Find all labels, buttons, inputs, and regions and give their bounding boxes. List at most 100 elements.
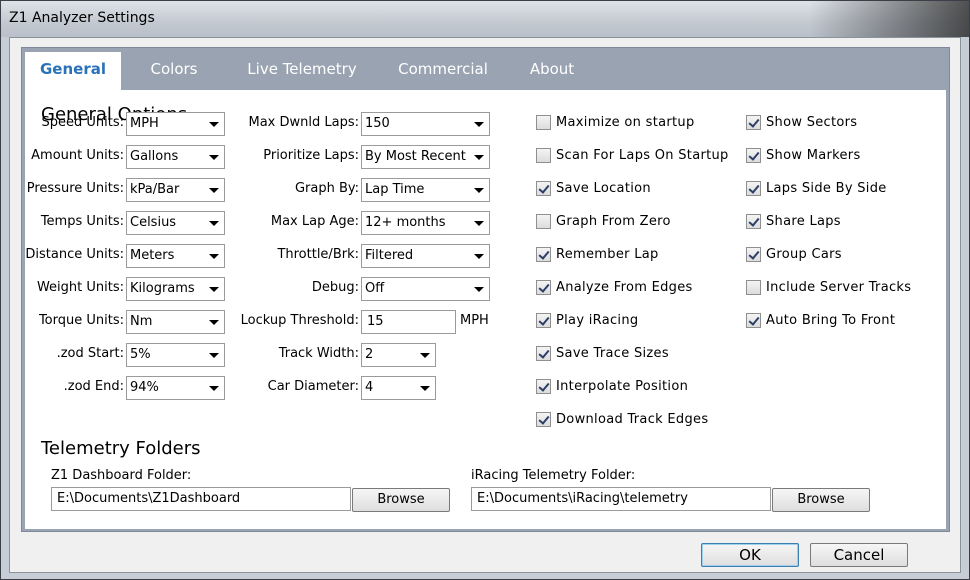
chevron-down-icon — [209, 155, 219, 160]
checkbox-unchecked-icon — [746, 280, 761, 295]
max-dwnld-laps-dropdown[interactable]: 150 — [361, 112, 490, 136]
interpolate-position-checkbox[interactable]: Interpolate Position — [536, 378, 736, 396]
temps-units-dropdown-value: Celsius — [130, 215, 177, 230]
pressure-units-label: Pressure Units: — [26, 181, 124, 196]
checkbox-checked-icon — [536, 379, 551, 394]
graph-from-zero-checkbox[interactable]: Graph From Zero — [536, 213, 736, 231]
distance-units-label: Distance Units: — [25, 247, 124, 262]
zod-start-dropdown[interactable]: 5% — [126, 343, 225, 367]
pressure-units-dropdown[interactable]: kPa/Bar — [126, 178, 225, 202]
weight-units-label: Weight Units: — [36, 280, 124, 295]
torque-units-dropdown-value: Nm — [130, 314, 153, 329]
show-sectors-checkbox[interactable]: Show Sectors — [746, 114, 946, 132]
distance-units-dropdown[interactable]: Meters — [126, 244, 225, 268]
maximize-on-startup-checkbox-label: Maximize on startup — [556, 115, 695, 130]
laps-side-by-side-checkbox[interactable]: Laps Side By Side — [746, 180, 946, 198]
amount-units-dropdown[interactable]: Gallons — [126, 145, 225, 169]
z1-dashboard-folder-label: Z1 Dashboard Folder: — [51, 468, 192, 483]
tab-live-telemetry[interactable]: Live Telemetry — [232, 52, 372, 90]
ok-button[interactable]: OK — [701, 543, 799, 567]
amount-units-dropdown-value: Gallons — [130, 149, 179, 164]
analyze-from-edges-checkbox[interactable]: Analyze From Edges — [536, 279, 736, 297]
tab-colors[interactable]: Colors — [126, 52, 222, 90]
iracing-telemetry-folder-label: iRacing Telemetry Folder: — [471, 468, 636, 483]
z1-dashboard-folder-input[interactable]: E:\Documents\Z1Dashboard — [51, 487, 351, 511]
tab-about[interactable]: About — [512, 52, 592, 90]
save-location-checkbox[interactable]: Save Location — [536, 180, 736, 198]
lockup-threshold-unit: MPH — [460, 313, 489, 328]
chevron-down-icon — [474, 221, 484, 226]
max-lap-age-dropdown[interactable]: 12+ months — [361, 211, 490, 235]
remember-lap-checkbox[interactable]: Remember Lap — [536, 246, 736, 264]
save-trace-sizes-checkbox-label: Save Trace Sizes — [556, 346, 669, 361]
chevron-down-icon — [474, 188, 484, 193]
tab-commercial[interactable]: Commercial — [388, 52, 498, 90]
checkbox-unchecked-icon — [536, 214, 551, 229]
zod-end-dropdown[interactable]: 94% — [126, 376, 225, 400]
debug-dropdown[interactable]: Off — [361, 277, 490, 301]
show-sectors-checkbox-label: Show Sectors — [766, 115, 858, 130]
laps-side-by-side-checkbox-label: Laps Side By Side — [766, 181, 887, 196]
iracing-telemetry-folder-input[interactable]: E:\Documents\iRacing\telemetry — [471, 487, 771, 511]
play-iracing-checkbox[interactable]: Play iRacing — [536, 312, 736, 330]
temps-units-label: Temps Units: — [40, 214, 124, 229]
speed-units-dropdown-value: MPH — [130, 116, 159, 131]
save-location-checkbox-label: Save Location — [556, 181, 651, 196]
include-server-tracks-checkbox-label: Include Server Tracks — [766, 280, 912, 295]
torque-units-dropdown[interactable]: Nm — [126, 310, 225, 334]
cancel-button[interactable]: Cancel — [810, 543, 908, 567]
chevron-down-icon — [209, 122, 219, 127]
save-trace-sizes-checkbox[interactable]: Save Trace Sizes — [536, 345, 736, 363]
car-diameter-label: Car Diameter: — [267, 379, 359, 394]
title-bar-glow — [809, 1, 969, 37]
throttle-brk-dropdown-value: Filtered — [365, 248, 414, 263]
checkbox-checked-icon — [536, 280, 551, 295]
include-server-tracks-checkbox[interactable]: Include Server Tracks — [746, 279, 946, 297]
checkbox-checked-icon — [536, 181, 551, 196]
window-title: Z1 Analyzer Settings — [9, 10, 155, 26]
group-cars-checkbox[interactable]: Group Cars — [746, 246, 946, 264]
scan-for-laps-on-startup-checkbox-label: Scan For Laps On Startup — [556, 148, 729, 163]
speed-units-label: Speed Units: — [41, 115, 124, 130]
iracing-browse-button[interactable]: Browse — [772, 488, 870, 512]
z1-browse-button[interactable]: Browse — [352, 488, 450, 512]
weight-units-dropdown[interactable]: Kilograms — [126, 277, 225, 301]
title-bar[interactable]: Z1 Analyzer Settings — [1, 1, 969, 37]
prioritize-laps-label: Prioritize Laps: — [263, 148, 359, 163]
share-laps-checkbox[interactable]: Share Laps — [746, 213, 946, 231]
chevron-down-icon — [209, 320, 219, 325]
max-dwnld-laps-dropdown-value: 150 — [365, 116, 390, 131]
auto-bring-to-front-checkbox[interactable]: Auto Bring To Front — [746, 312, 946, 330]
tab-general[interactable]: General — [25, 52, 121, 90]
graph-by-dropdown[interactable]: Lap Time — [361, 178, 490, 202]
chevron-down-icon — [420, 353, 430, 358]
lockup-threshold-input[interactable]: 15 — [361, 310, 456, 334]
scan-for-laps-on-startup-checkbox[interactable]: Scan For Laps On Startup — [536, 147, 736, 165]
chevron-down-icon — [209, 287, 219, 292]
car-diameter-dropdown[interactable]: 4 — [361, 376, 436, 400]
show-markers-checkbox[interactable]: Show Markers — [746, 147, 946, 165]
checkbox-checked-icon — [536, 247, 551, 262]
checkbox-checked-icon — [746, 181, 761, 196]
car-diameter-dropdown-value: 4 — [365, 380, 374, 395]
download-track-edges-checkbox[interactable]: Download Track Edges — [536, 411, 736, 429]
throttle-brk-dropdown[interactable]: Filtered — [361, 244, 490, 268]
temps-units-dropdown[interactable]: Celsius — [126, 211, 225, 235]
chevron-down-icon — [209, 188, 219, 193]
checkbox-checked-icon — [536, 313, 551, 328]
settings-window: Z1 Analyzer Settings General Colors Live… — [0, 0, 970, 580]
show-markers-checkbox-label: Show Markers — [766, 148, 861, 163]
chevron-down-icon — [474, 254, 484, 259]
distance-units-dropdown-value: Meters — [130, 248, 175, 263]
general-panel: General Options Speed Units: MPH Amount Un… — [25, 90, 946, 529]
maximize-on-startup-checkbox[interactable]: Maximize on startup — [536, 114, 736, 132]
prioritize-laps-dropdown[interactable]: By Most Recent — [361, 145, 490, 169]
auto-bring-to-front-checkbox-label: Auto Bring To Front — [766, 313, 896, 328]
speed-units-dropdown[interactable]: MPH — [126, 112, 225, 136]
max-lap-age-dropdown-value: 12+ months — [365, 215, 446, 230]
interpolate-position-checkbox-label: Interpolate Position — [556, 379, 689, 394]
dialog-client-area: General Colors Live Telemetry Commercial… — [9, 37, 961, 573]
chevron-down-icon — [474, 155, 484, 160]
max-dwnld-laps-label: Max Dwnld Laps: — [248, 115, 360, 130]
track-width-dropdown[interactable]: 2 — [361, 343, 436, 367]
